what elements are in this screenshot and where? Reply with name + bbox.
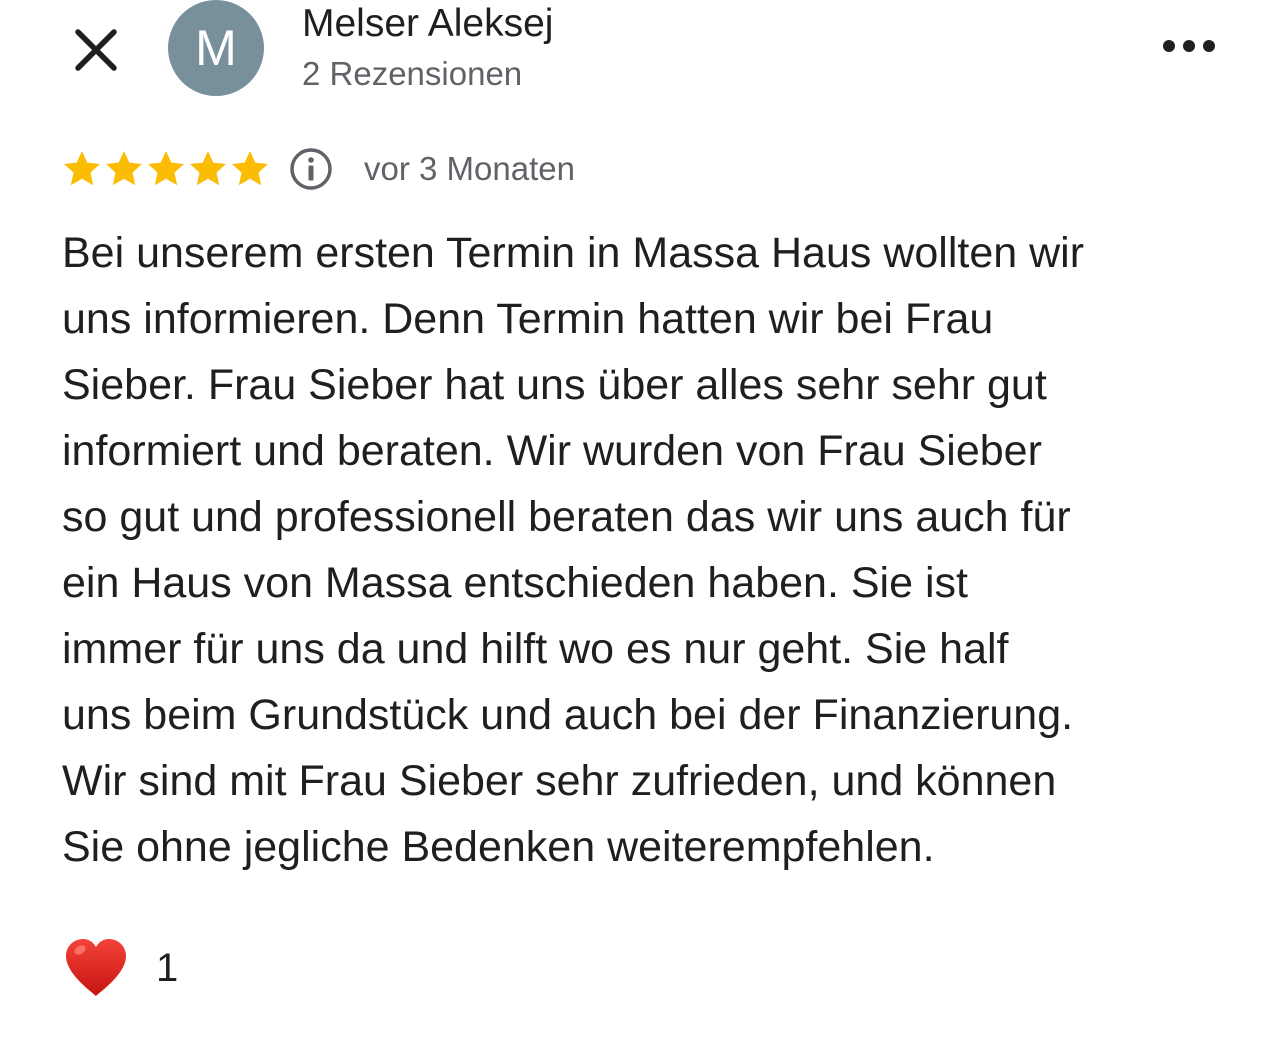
star-filled-icon — [64, 151, 100, 186]
more-horizontal-icon — [1163, 40, 1215, 52]
star-rating — [62, 149, 270, 189]
star-filled-icon — [106, 151, 142, 186]
reviewer-review-count: 2 Rezensionen — [302, 55, 523, 92]
rating-row: vor 3 Monaten — [62, 144, 575, 194]
review-date: vor 3 Monaten — [364, 150, 575, 187]
info-icon[interactable] — [288, 146, 334, 192]
star-filled-icon — [232, 151, 268, 186]
avatar-initial: M — [195, 20, 237, 76]
reaction-count: 1 — [156, 945, 179, 990]
close-icon — [75, 29, 117, 71]
avatar[interactable]: M — [168, 0, 264, 96]
more-options-button[interactable] — [1154, 28, 1224, 64]
reviewer-name[interactable]: Melser Aleksej — [302, 2, 553, 46]
reaction-button[interactable]: 1 — [62, 936, 178, 1000]
heart-icon — [66, 939, 126, 996]
review-text: Bei unserem ersten Termin in Massa Haus … — [62, 229, 1085, 871]
close-button[interactable] — [70, 24, 122, 76]
star-filled-icon — [148, 151, 184, 186]
star-filled-icon — [190, 151, 226, 186]
